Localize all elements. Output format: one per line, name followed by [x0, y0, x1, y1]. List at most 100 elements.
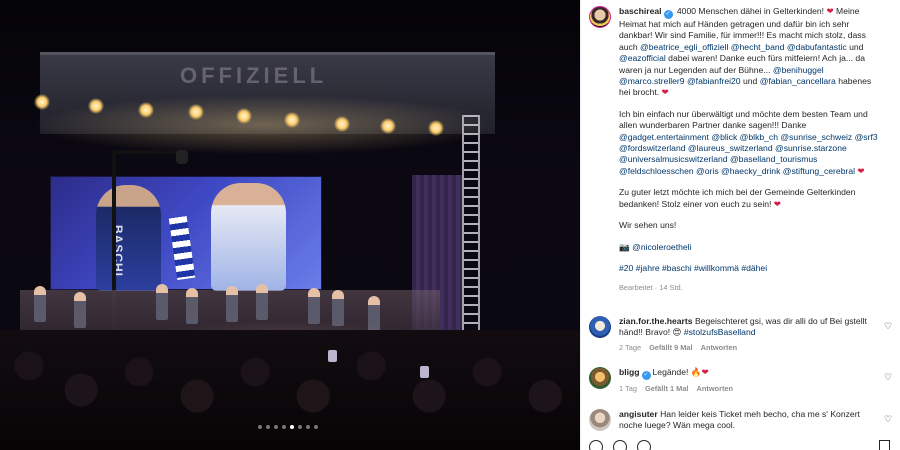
carousel-dot[interactable]	[306, 425, 310, 429]
post-caption: baschireal ✓ 4000 Menschen dähei in Gelte…	[619, 6, 881, 294]
comment-icon[interactable]	[613, 440, 627, 450]
mention-link[interactable]: @fabianfrei20	[687, 76, 741, 86]
mention-link[interactable]: @sunrise.starzone	[775, 143, 847, 153]
mention-link[interactable]: @stiftung_cerebral	[783, 166, 855, 176]
video-wall: BASCHI	[50, 176, 322, 291]
text-segment: Zu guter letzt möchte ich mich bei der G…	[619, 187, 856, 209]
mention-link[interactable]: @hecht_band	[731, 42, 785, 52]
comment-item: bligg ✓ Legände! 🔥❤ 1 Tag Gefällt 1 Mal Antwo…	[589, 367, 893, 394]
mention-link[interactable]: @benihuggel	[773, 65, 824, 75]
mention-link[interactable]: #stolzufsBaselland	[684, 327, 756, 337]
truss-banner-text: OFFIZIELL	[180, 63, 328, 88]
comment-age: 1 Tag	[619, 384, 637, 394]
carousel-dot[interactable]	[282, 425, 286, 429]
mention-link[interactable]: #jahre	[636, 263, 660, 273]
mention-link[interactable]: @oris	[696, 166, 719, 176]
heart-icon: ❤	[701, 367, 709, 378]
author-avatar[interactable]	[589, 6, 611, 28]
like-heart-icon[interactable]: ♡	[884, 414, 893, 424]
like-heart-icon[interactable]: ♡	[884, 322, 893, 331]
stage-light	[380, 118, 396, 134]
mention-link[interactable]: @feldschloesschen	[619, 166, 694, 176]
mention-link[interactable]: @baselland_tourismus	[730, 154, 818, 164]
performer	[186, 288, 198, 324]
fan-scarf	[168, 216, 196, 280]
hashtags: #20 #jahre #baschi #willkommä #dähei	[619, 263, 881, 274]
performer	[156, 284, 168, 320]
phone-screen	[420, 366, 429, 378]
mention-link[interactable]: @dabufantastic	[787, 42, 847, 52]
verified-badge-icon: ✓	[663, 10, 673, 19]
text-segment: und	[740, 76, 760, 87]
like-heart-icon[interactable]: ♡	[884, 373, 893, 382]
carousel-dot[interactable]	[266, 425, 270, 429]
comment-body: bligg ✓ Legände! 🔥❤ 1 Tag Gefällt 1 Mal Antwo…	[619, 367, 869, 394]
mention-link[interactable]: #baschi	[662, 263, 692, 273]
stage-light	[188, 104, 204, 120]
commenter-avatar[interactable]	[589, 316, 611, 338]
performer	[308, 288, 320, 324]
commenter-username[interactable]: angisuter	[619, 409, 658, 419]
post-edited-time: Bearbeitet · 14 Std.	[619, 283, 683, 293]
share-icon[interactable]	[637, 440, 651, 450]
phone-screen	[328, 350, 337, 362]
comment-text-line: angisuter Han leider keis Ticket meh bec…	[619, 409, 869, 432]
street-lamp-arm	[112, 150, 182, 154]
mention-link[interactable]: @universalmusicswitzerland	[619, 154, 728, 164]
commenter-avatar[interactable]	[589, 367, 611, 390]
mention-link[interactable]: #20	[619, 263, 633, 273]
commenter-username[interactable]: bligg	[619, 367, 640, 377]
reply-button[interactable]: Antworten	[701, 342, 738, 353]
like-heart-icon[interactable]	[589, 440, 603, 450]
mention-link[interactable]: @srf3	[855, 132, 878, 142]
comment-item: angisuter Han leider keis Ticket meh bec…	[589, 408, 893, 432]
mention-link[interactable]: @fordswitzerland	[619, 143, 686, 153]
stage-light	[34, 94, 50, 110]
mention-link[interactable]: @gadget.entertainment	[619, 132, 709, 142]
text-segment: Legände! 🔥	[652, 367, 702, 378]
author-username[interactable]: baschireal	[619, 6, 662, 16]
carousel-dot[interactable]	[314, 425, 318, 429]
performer	[34, 286, 46, 322]
comment-meta: 2 Tage Gefällt 9 Mal Antworten	[619, 342, 869, 353]
carousel-dot[interactable]	[258, 425, 262, 429]
caption-paragraph: Ich bin einfach nur überwältigt und möch…	[619, 109, 881, 177]
post-photo[interactable]: OFFIZIELL BASCHI	[0, 0, 580, 450]
comment-item: zian.for.the.hearts Begeischteret gsi, w…	[589, 316, 893, 353]
stage-light	[236, 108, 252, 124]
mention-link[interactable]: #dähei	[741, 263, 767, 273]
mention-link[interactable]: @laureus_switzerland	[688, 143, 773, 153]
mention-link[interactable]: #willkommä	[694, 263, 739, 273]
carousel-indicator	[258, 425, 318, 429]
mention-link[interactable]: @marco.streller9	[619, 76, 685, 86]
mention-link[interactable]: @sunrise_schweiz	[780, 132, 852, 142]
reply-button[interactable]: Antworten	[697, 383, 734, 394]
comments-list: zian.for.the.hearts Begeischteret gsi, w…	[589, 316, 893, 445]
comment-likes-count[interactable]: Gefällt 9 Mal	[649, 342, 693, 353]
text-segment: Wir sehen uns!	[619, 220, 677, 231]
commenter-avatar[interactable]	[589, 408, 611, 431]
mention-link[interactable]: @beatrice_egli_offiziell	[640, 42, 728, 52]
mention-link[interactable]: @haecky_drink	[721, 166, 780, 176]
instagram-post-view: OFFIZIELL BASCHI baschireal ✓ 4000 Mensc…	[0, 0, 900, 450]
mention-link[interactable]: @eazofficial	[619, 53, 666, 63]
mention-link[interactable]: @fabian_cancellara	[760, 76, 836, 86]
caption-paragraph: baschireal ✓ 4000 Menschen dähei in Gelte…	[619, 6, 881, 99]
heart-icon: ❤	[773, 198, 781, 209]
caption-text: 4000 Menschen dähei in Gelterkinden! ❤ M…	[619, 6, 871, 97]
carousel-dot[interactable]	[290, 425, 294, 429]
save-icon[interactable]	[879, 440, 890, 450]
carousel-dot[interactable]	[298, 425, 302, 429]
post-details-panel: baschireal ✓ 4000 Menschen dähei in Gelte…	[580, 0, 900, 450]
carousel-dot[interactable]	[274, 425, 278, 429]
comment-text-line: bligg ✓ Legände! 🔥❤	[619, 367, 869, 381]
text-segment: und	[846, 41, 864, 52]
stage-light	[88, 98, 104, 114]
mention-link[interactable]: @nicoleroetheli	[632, 242, 691, 252]
mention-link[interactable]: @blkb_ch	[740, 132, 778, 142]
heart-icon: ❤	[661, 87, 669, 98]
comment-likes-count[interactable]: Gefällt 1 Mal	[645, 383, 689, 394]
mention-link[interactable]: @blick	[711, 132, 737, 142]
commenter-username[interactable]: zian.for.the.hearts	[619, 316, 693, 326]
post-caption-block: baschireal ✓ 4000 Menschen dähei in Gelte…	[589, 6, 889, 294]
